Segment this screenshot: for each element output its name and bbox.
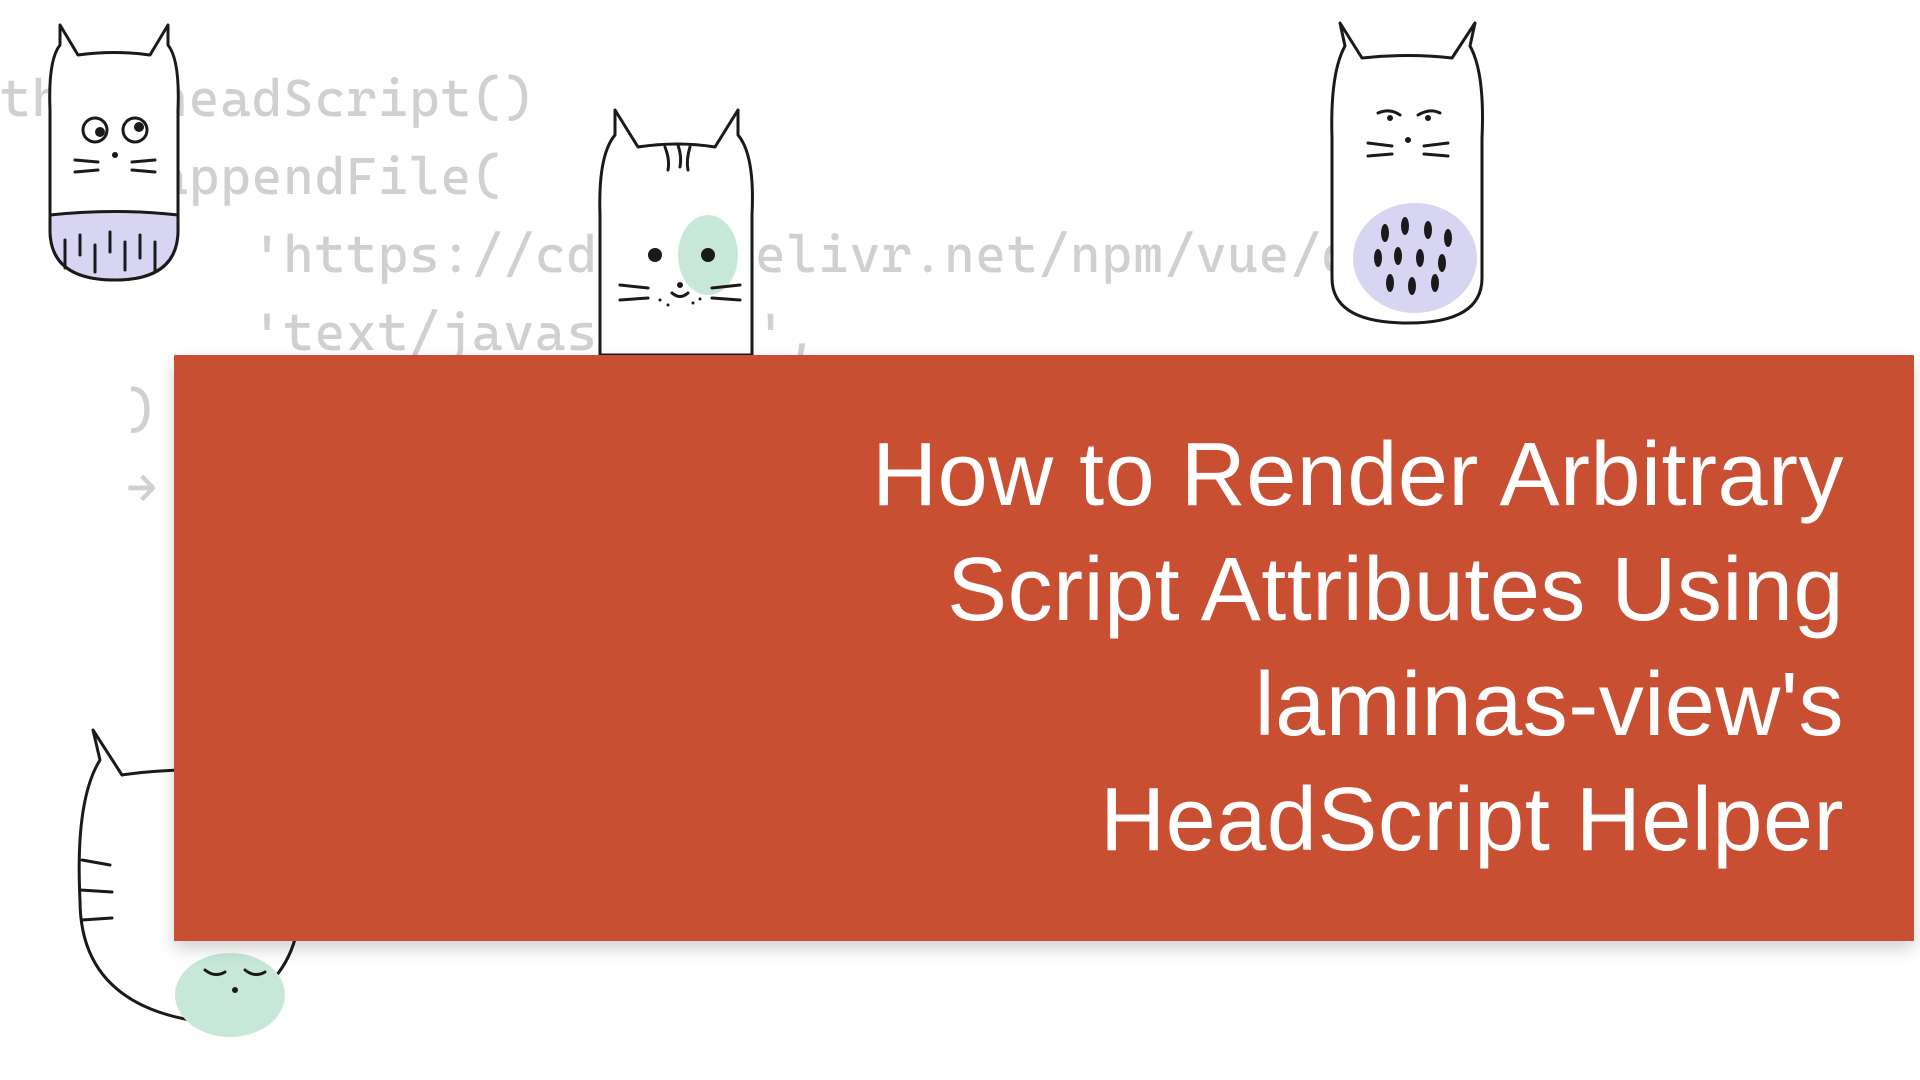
- cat-illustration-top-right: [1300, 18, 1515, 338]
- cat-illustration-top-left: [20, 20, 210, 320]
- title-card: How to Render Arbitrary Script Attribute…: [174, 355, 1914, 941]
- title-text: How to Render Arbitrary Script Attribute…: [872, 418, 1844, 879]
- cat-illustration-top-center: [560, 105, 795, 375]
